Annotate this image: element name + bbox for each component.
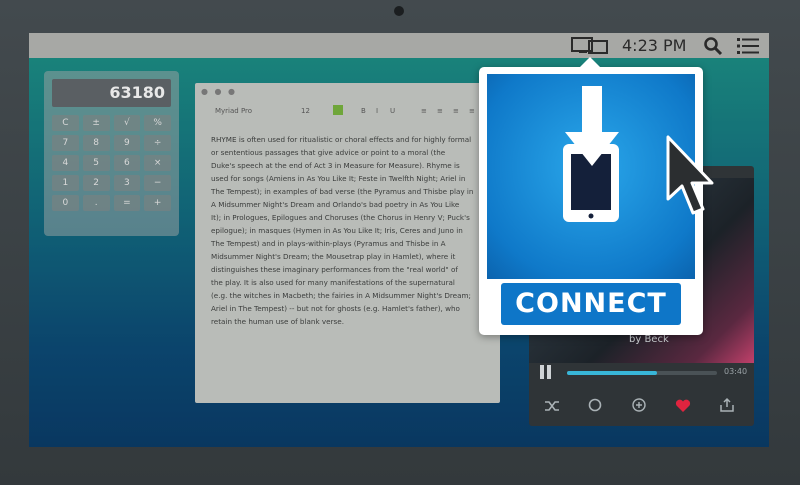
text-line: RHYME is often used for ritualistic or c… — [211, 135, 472, 144]
text-line: epilogue); in masques (Hymen in As You L… — [211, 226, 463, 235]
menu-bar: 4:23 PM — [29, 33, 769, 58]
playback-progress: 03:40 — [539, 364, 748, 384]
calculator-key[interactable]: 9 — [113, 135, 141, 151]
text-editor-window: ● ● ● Myriad Pro 12 B I U ≡ ≡ ≡ ≡ RHYME … — [195, 83, 500, 403]
text-line: Midsummer Night's Dream; the Mousetrap p… — [211, 252, 456, 261]
calculator-key[interactable]: C — [52, 115, 79, 131]
share-icon[interactable] — [719, 397, 735, 417]
track-artist: by Beck — [629, 334, 669, 345]
pause-icon[interactable] — [539, 364, 553, 384]
text-color-swatch[interactable] — [333, 105, 343, 115]
calculator-key[interactable]: 4 — [52, 155, 79, 171]
add-icon[interactable] — [631, 397, 647, 417]
menu-icon[interactable] — [737, 37, 759, 59]
align-center-icon[interactable]: ≡ — [437, 107, 443, 115]
window-controls[interactable]: ● ● ● — [201, 87, 237, 96]
text-line: Duke's speech at the end of Act 3 in Mea… — [211, 161, 460, 170]
calculator-key[interactable]: % — [144, 115, 171, 131]
text-line: distinguishes these imaginary performanc… — [211, 265, 458, 274]
player-controls — [529, 386, 754, 426]
shuffle-icon[interactable] — [544, 398, 560, 417]
bold-button[interactable]: B — [361, 107, 366, 115]
calculator-key[interactable]: ÷ — [144, 135, 171, 151]
calculator-key[interactable]: 1 — [52, 175, 79, 191]
font-size-select[interactable]: 12 — [301, 107, 310, 115]
align-left-icon[interactable]: ≡ — [421, 107, 427, 115]
track-duration: 03:40 — [724, 367, 748, 376]
calculator-key[interactable]: ± — [82, 115, 110, 131]
document-body[interactable]: RHYME is often used for ritualistic or c… — [211, 133, 491, 328]
calculator-key[interactable]: − — [144, 175, 171, 191]
text-line: used for songs (Amiens in As You Like It… — [211, 174, 466, 183]
text-line: the play. It is also used for many manif… — [211, 278, 455, 287]
calculator-key[interactable]: 5 — [82, 155, 110, 171]
calculator-key[interactable]: 6 — [113, 155, 141, 171]
calculator-key[interactable]: = — [113, 195, 141, 211]
progress-fill — [567, 371, 657, 375]
heart-icon[interactable] — [675, 398, 691, 417]
mouse-cursor-icon — [664, 133, 724, 227]
text-line: Ariel in The Tempest) -- but not for gho… — [211, 304, 460, 313]
calculator-key[interactable]: + — [144, 195, 171, 211]
text-line: It); in Prologues, Epilogues and Choruse… — [211, 213, 470, 222]
calculator-key[interactable]: 3 — [113, 175, 141, 191]
calculator-key[interactable]: 2 — [82, 175, 110, 191]
calculator-key[interactable]: 8 — [82, 135, 110, 151]
text-line: retain the human use of blank verse. — [211, 317, 344, 326]
calculator-widget: 63180 C ± √ % 7 8 9 ÷ 4 5 6 × 1 2 3 − 0 … — [44, 71, 179, 236]
clock: 4:23 PM — [622, 36, 687, 55]
progress-track[interactable] — [567, 371, 717, 375]
editor-toolbar: Myriad Pro 12 B I U ≡ ≡ ≡ ≡ — [195, 101, 500, 121]
calculator-key[interactable]: . — [82, 195, 110, 211]
calculator-key[interactable]: 0 — [52, 195, 79, 211]
connect-button[interactable]: CONNECT — [501, 283, 681, 325]
camera-icon — [394, 6, 404, 16]
italic-button[interactable]: I — [376, 107, 378, 115]
calculator-display: 63180 — [52, 79, 171, 107]
font-name-select[interactable]: Myriad Pro — [215, 107, 252, 115]
search-icon[interactable] — [703, 36, 723, 60]
calculator-key[interactable]: √ — [113, 115, 141, 131]
align-right-icon[interactable]: ≡ — [453, 107, 459, 115]
calculator-key[interactable]: × — [144, 155, 171, 171]
text-line: or sententious passages that give advice… — [211, 148, 446, 157]
text-line: The Tempest) and in plays-within-plays (… — [211, 239, 446, 248]
underline-button[interactable]: U — [390, 107, 395, 115]
text-line: A Midsummer Night's Dream and Orlando's … — [211, 200, 460, 209]
popup-caret — [580, 57, 600, 67]
justify-icon[interactable]: ≡ — [469, 107, 475, 115]
text-line: (e.g. the witches in Macbeth; the fairie… — [211, 291, 471, 300]
airplay-icon[interactable] — [571, 37, 611, 59]
calculator-keypad: C ± √ % 7 8 9 ÷ 4 5 6 × 1 2 3 − 0 . = + — [52, 115, 171, 211]
repeat-icon[interactable] — [587, 397, 603, 417]
desktop-screen: 4:23 PM 63180 C ± √ % 7 8 9 ÷ 4 5 6 × 1 … — [29, 33, 769, 447]
calculator-key[interactable]: 7 — [52, 135, 79, 151]
text-line: The Tempest); in examples of bad verse (… — [211, 187, 474, 196]
